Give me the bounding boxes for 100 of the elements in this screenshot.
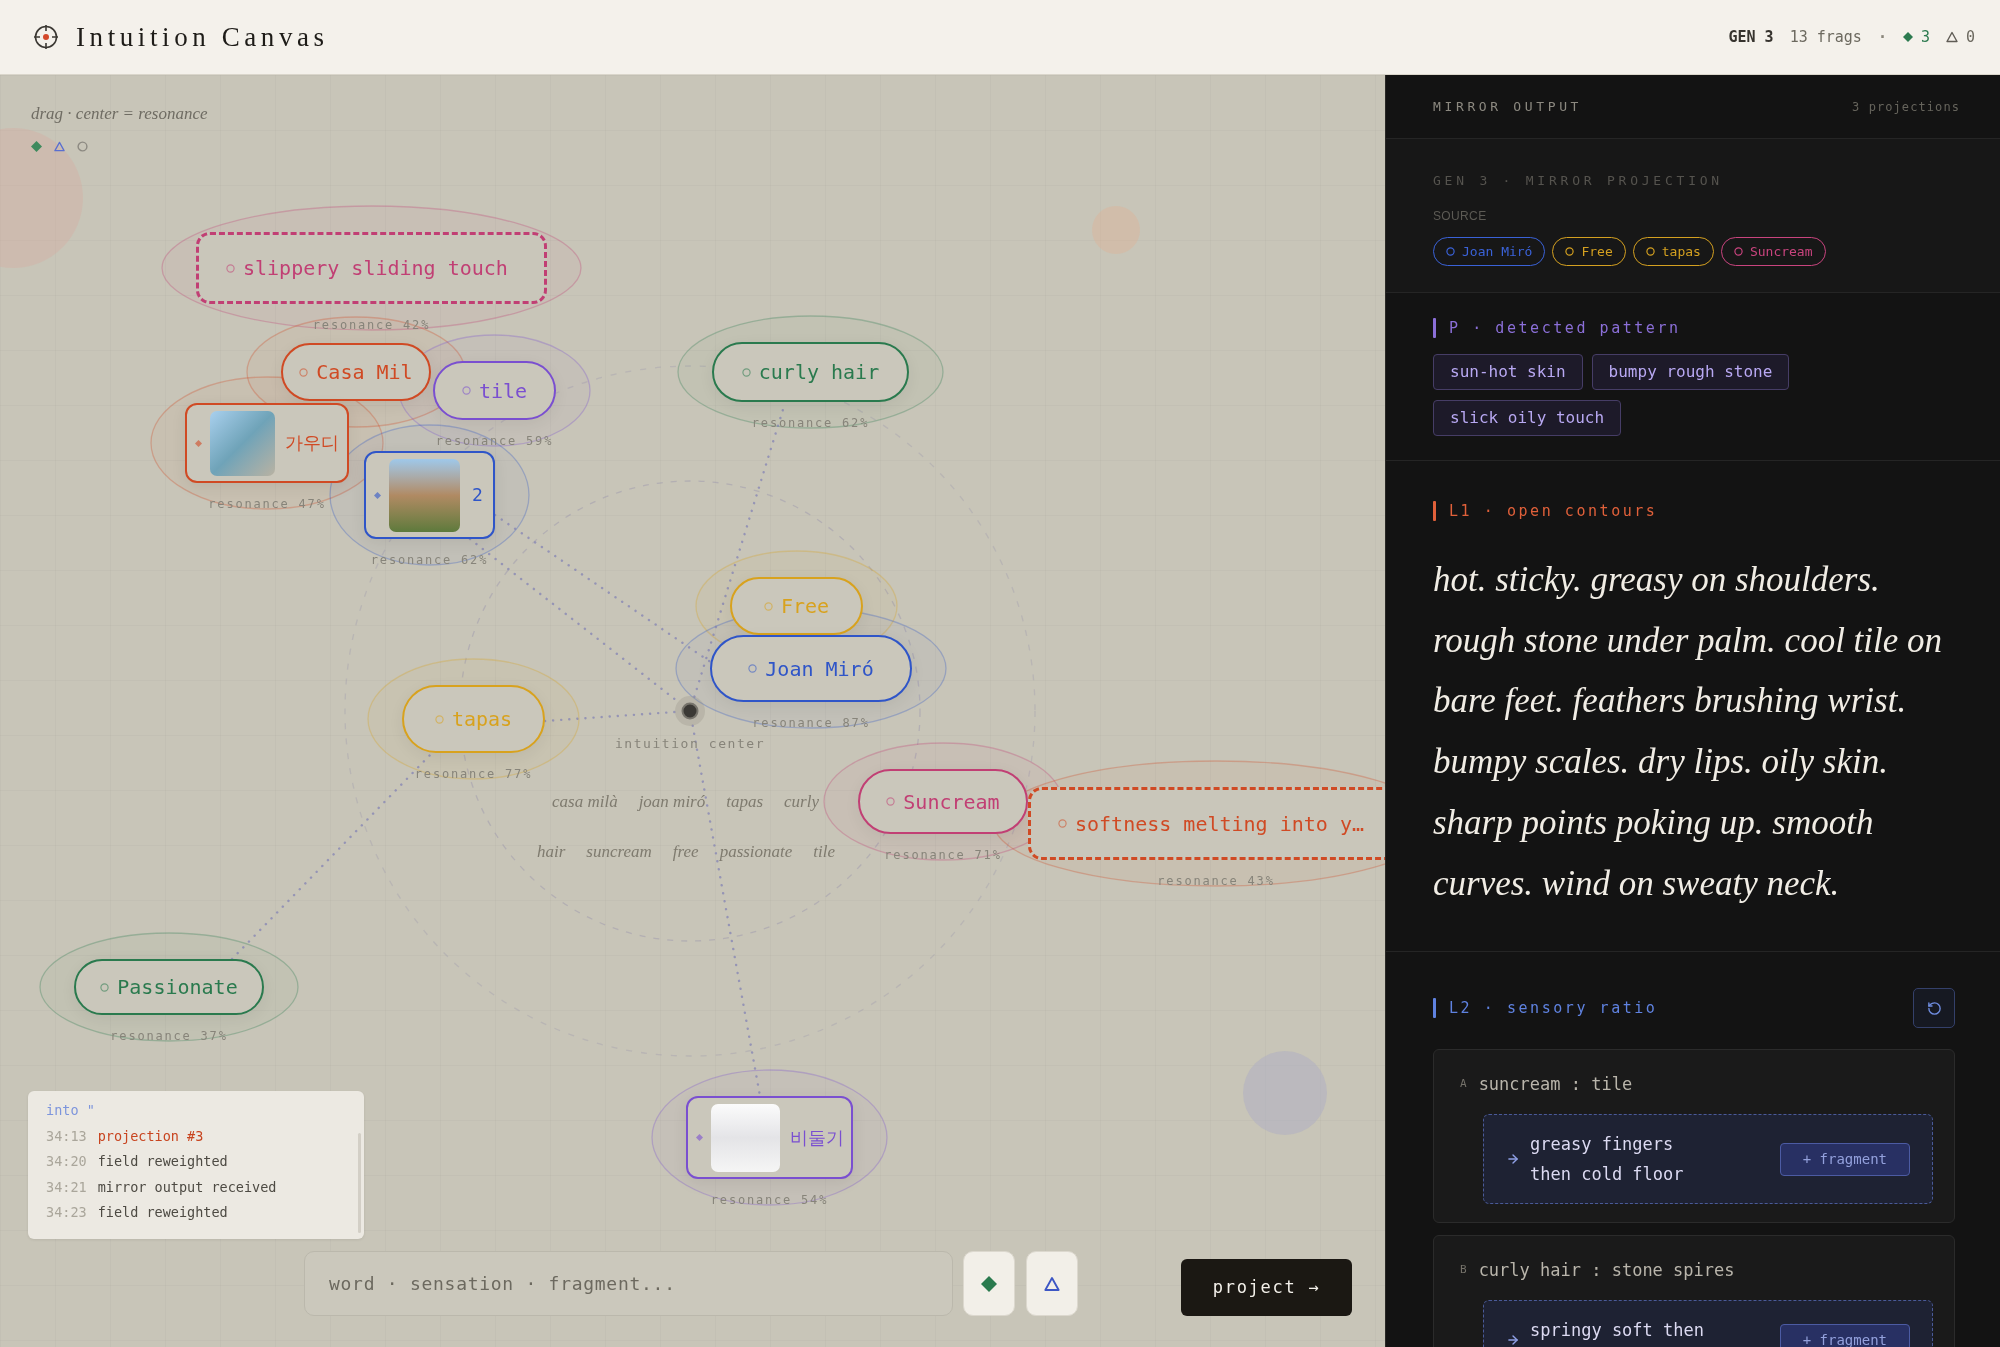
suggested-word: free	[672, 841, 699, 863]
reset-button[interactable]	[1913, 988, 1955, 1029]
flagged-count: 0	[1965, 29, 1975, 45]
word-node[interactable]: Passionate	[74, 959, 264, 1015]
resonance-label: resonance 62%	[751, 416, 870, 430]
node-marker-icon	[763, 601, 773, 611]
contour-text: hot. sticky. greasy on shoulders. rough stone under palm. cool tile on bare feet. feathers brushing wrist. bumpy scales. dry lips. oily skin. sharp points poking up. smooth curves. wind on sweaty neck.	[1433, 559, 1944, 905]
log-time: 34:13	[46, 1126, 87, 1146]
pair-letter: A	[1460, 1076, 1467, 1093]
node-marker-icon	[748, 664, 758, 673]
separator-dot: ·	[1877, 29, 1887, 45]
log-time: 34:21	[46, 1177, 87, 1197]
log-time: 34:23	[46, 1203, 87, 1222]
log-message: into "	[46, 1101, 95, 1120]
sensation-node[interactable]: softness melting into y…	[1028, 787, 1385, 860]
suggested-word: tapas	[726, 791, 764, 813]
suggested-word: casa milà	[552, 791, 618, 813]
diamond-icon	[981, 1275, 997, 1292]
fragment-count: 13 frags	[1789, 29, 1862, 45]
crosshair-logo-icon	[33, 24, 59, 50]
resonance-label: resonance 87%	[752, 716, 870, 730]
resonance-label: resonance 42%	[312, 318, 431, 332]
node-marker-icon	[741, 367, 751, 377]
suggested-word: suncream	[586, 841, 652, 863]
log-message: field reweighted	[97, 1203, 228, 1222]
log-message: mirror output received	[97, 1177, 277, 1197]
photo-placeholder	[210, 410, 275, 476]
pair-label: curly hair : stone spires	[1478, 1259, 1735, 1283]
log-message: field reweighted	[97, 1152, 228, 1171]
chip-marker-icon	[1565, 247, 1575, 256]
node-marker-icon	[226, 263, 235, 273]
pattern-tag: bumpy rough stone	[1591, 354, 1790, 390]
resonance-label: resonance 47%	[208, 497, 326, 511]
add-fragment-button[interactable]: + fragment	[1779, 1142, 1910, 1176]
node-marker-icon	[461, 386, 471, 395]
source-label: SOURCE	[1433, 209, 1488, 223]
node-marker-icon	[374, 491, 381, 499]
log-time: 34:20	[46, 1152, 87, 1171]
rotate-icon	[1926, 1000, 1942, 1016]
word-node[interactable]: curly hair	[712, 342, 909, 402]
image-node[interactable]: 가우디	[185, 403, 349, 483]
app-title: Intuition Canvas	[76, 23, 329, 51]
pattern-tag: sun-hot skin	[1433, 354, 1583, 390]
node-marker-icon	[434, 714, 444, 724]
add-fragment-button[interactable]: + fragment	[1779, 1323, 1910, 1347]
fragment-text: springy soft then	[1530, 1319, 1705, 1343]
suggested-word: hair	[537, 841, 566, 863]
resonance-label: resonance 37%	[110, 1029, 228, 1043]
chip-marker-icon	[1733, 247, 1743, 256]
diamond-icon	[1902, 32, 1913, 42]
node-marker-icon	[299, 367, 309, 377]
section-heading: L2 · sensory ratio	[1449, 998, 1658, 1020]
canvas-hint: drag · center = resonance	[31, 103, 208, 125]
chip-marker-icon	[1446, 247, 1455, 256]
pair-letter: B	[1460, 1262, 1467, 1279]
resonance-label: resonance 62%	[370, 553, 489, 567]
project-button[interactable]: project →	[1181, 1259, 1352, 1316]
word-node[interactable]: Suncream	[858, 769, 1028, 834]
panel-title: MIRROR OUTPUT	[1433, 97, 1583, 116]
suggested-word: passionate	[719, 841, 793, 863]
diamond-tool-button[interactable]	[963, 1251, 1015, 1316]
fragment-input[interactable]: word · sensation · fragment...	[304, 1251, 953, 1316]
resonance-label: resonance 59%	[435, 434, 554, 448]
center-label: intuition center	[614, 736, 766, 752]
node-marker-icon	[100, 982, 110, 992]
pattern-tag: slick oily touch	[1433, 400, 1622, 436]
node-marker-icon	[1058, 819, 1067, 828]
photo-placeholder	[711, 1103, 780, 1172]
center-dot-icon	[675, 696, 705, 726]
projection-count: 3 projections	[1852, 98, 1960, 116]
node-marker-icon	[886, 797, 896, 806]
resonance-label: resonance 77%	[414, 767, 533, 781]
section-heading: L1 · open contours	[1449, 501, 1658, 522]
triangle-icon	[1945, 31, 1958, 43]
image-node[interactable]: 2	[364, 451, 495, 539]
generation-label: GEN 3	[1728, 29, 1774, 45]
pair-label: suncream : tile	[1478, 1073, 1633, 1097]
arrow-icon	[1506, 1333, 1520, 1347]
word-node[interactable]: Casa Mil	[281, 343, 431, 401]
fragment-text: greasy fingers then cold floor	[1530, 1133, 1685, 1187]
image-node[interactable]: 비둘기	[686, 1096, 853, 1179]
triangle-icon	[1044, 1275, 1060, 1292]
projection-heading: GEN 3 · MIRROR PROJECTION	[1433, 173, 1724, 189]
word-node[interactable]: tile	[433, 361, 556, 420]
node-marker-icon	[195, 439, 202, 447]
log-message: projection #3	[97, 1126, 204, 1146]
triangle-tool-button[interactable]	[1026, 1251, 1078, 1316]
sensation-node[interactable]: slippery sliding touch	[196, 232, 547, 304]
suggested-word: joan miró	[638, 791, 706, 813]
arrow-icon	[1506, 1152, 1520, 1167]
kept-count: 3	[1920, 29, 1930, 45]
resonance-label: resonance 43%	[1157, 874, 1275, 888]
node-marker-icon	[696, 1134, 703, 1141]
suggested-word: curly	[784, 791, 819, 813]
resonance-label: resonance 54%	[710, 1193, 829, 1207]
chip-marker-icon	[1645, 247, 1655, 256]
resonance-label: resonance 71%	[884, 848, 1002, 862]
suggested-word: tile	[813, 841, 836, 863]
word-node[interactable]: Joan Miró	[710, 635, 912, 702]
section-heading: P · detected pattern	[1449, 318, 1681, 339]
